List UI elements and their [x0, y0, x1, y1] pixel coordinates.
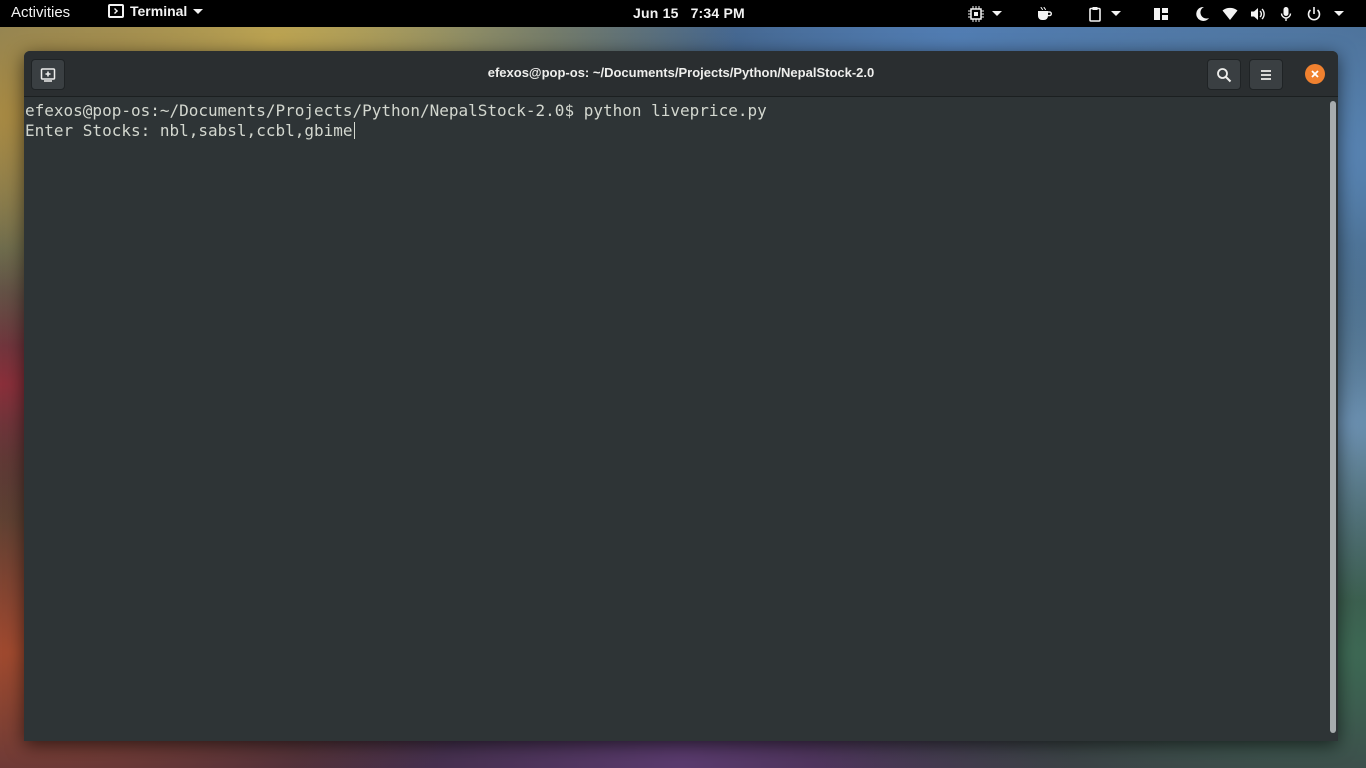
chevron-down-icon: [1334, 11, 1344, 16]
status-menu[interactable]: [1194, 5, 1344, 22]
caffeine-indicator[interactable]: [1036, 5, 1052, 22]
cpu-icon: [968, 5, 984, 22]
search-button[interactable]: [1207, 59, 1241, 90]
volume-icon: [1251, 7, 1265, 20]
terminal-line-command: efexos@pop-os:~/Documents/Projects/Pytho…: [25, 101, 1326, 121]
app-menu[interactable]: Terminal: [108, 3, 204, 19]
coffee-icon: [1038, 6, 1052, 20]
input-value: nbl,sabsl,ccbl,gbime: [159, 121, 353, 140]
text-cursor: [353, 122, 355, 139]
menu-button[interactable]: [1249, 59, 1283, 90]
header-bar: efexos@pop-os: ~/Documents/Projects/Pyth…: [24, 51, 1338, 97]
command-text: python liveprice.py: [583, 101, 767, 120]
clipboard-icon: [1089, 6, 1101, 22]
date-label: Jun 15: [633, 5, 679, 21]
time-label: 7:34 PM: [690, 5, 745, 21]
terminal-window: efexos@pop-os: ~/Documents/Projects/Pyth…: [24, 51, 1338, 741]
cpu-indicator[interactable]: [968, 5, 1002, 22]
input-prompt: Enter Stocks:: [25, 121, 160, 140]
terminal-output[interactable]: efexos@pop-os:~/Documents/Projects/Pytho…: [24, 97, 1326, 741]
hamburger-menu-icon: [1261, 69, 1271, 80]
power-icon: [1307, 6, 1321, 21]
scrollbar-thumb[interactable]: [1330, 101, 1336, 733]
date-time-menu[interactable]: Jun 15 7:34 PM: [633, 5, 745, 21]
tiling-indicator[interactable]: [1153, 5, 1169, 22]
terminal-app-icon: [108, 4, 124, 18]
app-menu-label: Terminal: [130, 3, 188, 19]
tiling-icon: [1154, 7, 1168, 20]
top-panel: Activities Terminal Jun 15 7:34 PM: [0, 0, 1366, 27]
chevron-down-icon: [193, 8, 204, 14]
chevron-down-icon: [1111, 11, 1121, 16]
terminal-line-input: Enter Stocks: nbl,sabsl,ccbl,gbime: [25, 121, 1326, 141]
scrollbar[interactable]: [1328, 101, 1336, 733]
clipboard-indicator[interactable]: [1087, 5, 1121, 22]
chevron-down-icon: [992, 11, 1002, 16]
close-button[interactable]: [1305, 64, 1325, 84]
close-icon: [1311, 70, 1319, 78]
activities-button[interactable]: Activities: [11, 4, 70, 21]
moon-icon: [1196, 6, 1209, 21]
search-icon: [1217, 67, 1232, 82]
window-title: efexos@pop-os: ~/Documents/Projects/Pyth…: [487, 65, 875, 80]
shell-prompt: efexos@pop-os:~/Documents/Projects/Pytho…: [25, 101, 584, 120]
wifi-icon: [1222, 7, 1238, 20]
microphone-icon: [1280, 6, 1292, 21]
